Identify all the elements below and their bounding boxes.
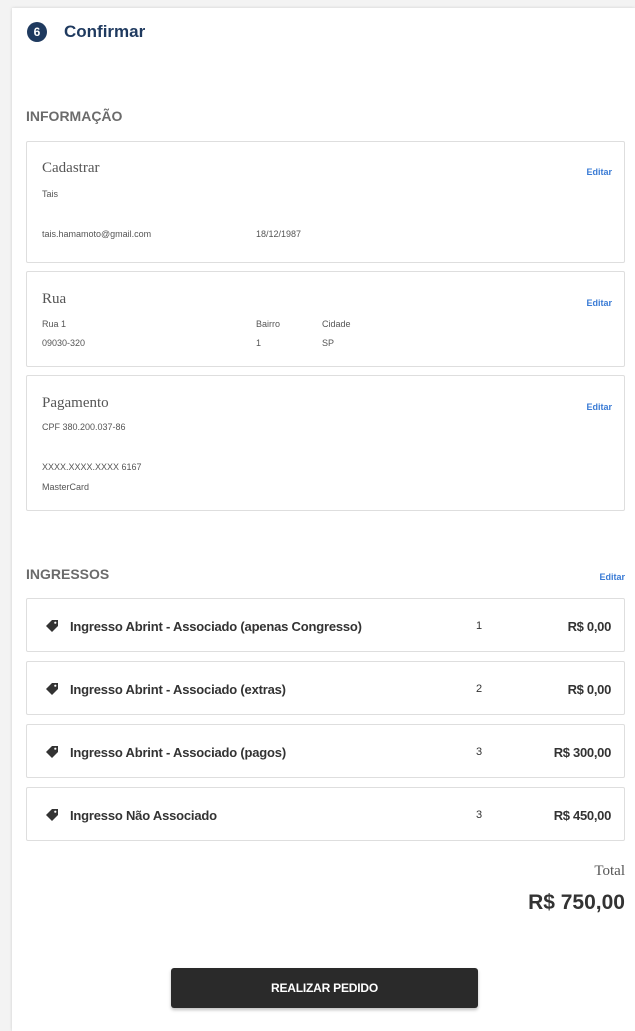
info-section-title: INFORMAÇÃO [26,108,123,124]
ticket-name: Ingresso Abrint - Associado (apenas Cong… [70,619,362,634]
total-label: Total [594,863,625,879]
ticket-row: Ingresso Abrint - Associado (apenas Cong… [26,598,625,652]
rua-title: Rua [42,291,67,307]
step-number-badge: 6 [27,22,47,42]
cadastro-title: Cadastrar [42,160,100,176]
place-order-button[interactable]: REALIZAR PEDIDO [171,968,478,1008]
ticket-name: Ingresso Abrint - Associado (pagos) [70,745,286,760]
cidade-value: SP [322,338,335,348]
bairro-value: 1 [256,338,262,348]
card-number: XXXX.XXXX.XXXX 6167 [42,462,142,472]
ticket-qty: 3 [476,746,483,758]
tickets-section-title: INGRESSOS [26,566,110,582]
ticket-name: Ingresso Abrint - Associado (extras) [70,682,286,697]
cadastro-birthdate: 18/12/1987 [256,229,302,239]
cadastro-card: Cadastrar Editar Tais tais.hamamoto@gmai… [26,141,625,263]
rua-zip: 09030-320 [42,338,86,348]
rua-street: Rua 1 [42,319,67,329]
tag-icon [46,746,58,758]
bairro-label: Bairro [256,319,281,329]
pagamento-title: Pagamento [42,395,109,411]
edit-rua-link[interactable]: Editar [586,298,612,308]
pagamento-card: Pagamento Editar CPF 380.200.037-86 XXXX… [26,375,625,511]
step-header: 6 Confirmar [27,22,145,42]
tag-icon [46,809,58,821]
cadastro-email: tais.hamamoto@gmail.com [42,229,152,239]
edit-cadastro-link[interactable]: Editar [586,167,612,177]
ticket-row: Ingresso Abrint - Associado (extras) 2 R… [26,661,625,715]
ticket-price: R$ 0,00 [567,619,612,634]
checkout-panel: 6 Confirmar INFORMAÇÃO Cadastrar Editar … [12,8,635,1031]
ticket-qty: 1 [476,620,483,632]
cidade-label: Cidade [322,319,351,329]
edit-tickets-link[interactable]: Editar [599,572,625,582]
total-value: R$ 750,00 [528,891,625,914]
ticket-qty: 3 [476,809,483,821]
ticket-price: R$ 450,00 [553,808,612,823]
rua-card: Rua Editar Rua 1 09030-320 Bairro 1 Cida… [26,271,625,367]
ticket-price: R$ 300,00 [553,745,612,760]
pagamento-cpf: CPF 380.200.037-86 [42,422,126,432]
ticket-qty: 2 [476,683,483,695]
ticket-price: R$ 0,00 [567,682,612,697]
edit-pagamento-link[interactable]: Editar [586,402,612,412]
tag-icon [46,620,58,632]
step-title: Confirmar [64,22,146,41]
cadastro-name: Tais [42,189,59,199]
ticket-row: Ingresso Não Associado 3 R$ 450,00 [26,787,625,841]
card-brand: MasterCard [42,482,90,492]
tag-icon [46,683,58,695]
ticket-row: Ingresso Abrint - Associado (pagos) 3 R$… [26,724,625,778]
ticket-name: Ingresso Não Associado [70,808,217,823]
